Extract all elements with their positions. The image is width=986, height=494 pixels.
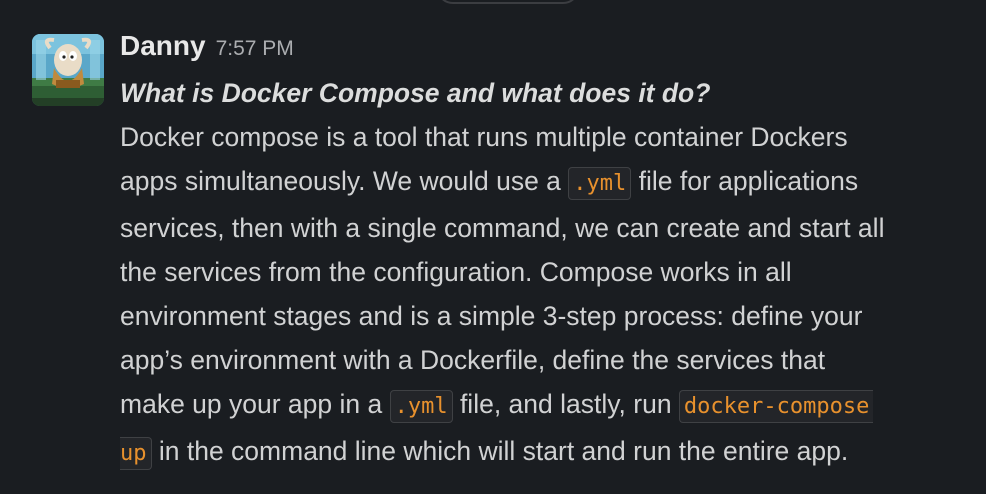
message-line: the services from the configuration. Com… xyxy=(120,257,792,287)
message-text: make up your app in a xyxy=(120,389,390,419)
message-line: app’s environment with a Dockerfile, def… xyxy=(120,345,826,375)
message-text: in the command line which will start and… xyxy=(151,436,849,466)
cartoon-character-avatar-icon xyxy=(32,34,104,106)
message-header: Danny 7:57 PM xyxy=(120,30,294,70)
message-body: What is Docker Compose and what does it … xyxy=(120,71,980,476)
message-text: file for applications xyxy=(631,166,859,196)
inline-code: up xyxy=(120,437,152,470)
message-line: Docker compose is a tool that runs multi… xyxy=(120,122,848,152)
inline-code: .yml xyxy=(568,167,632,200)
message: Danny 7:57 PM What is Docker Compose and … xyxy=(0,0,986,494)
message-line: make up your app in a .yml file, and las… xyxy=(120,382,980,429)
avatar[interactable] xyxy=(32,34,104,106)
message-question: What is Docker Compose and what does it … xyxy=(120,78,711,108)
message-line: environment stages and is a simple 3-ste… xyxy=(120,301,863,331)
message-line: services, then with a single command, we… xyxy=(120,213,885,243)
message-line: up in the command line which will start … xyxy=(120,429,980,476)
sender-name[interactable]: Danny xyxy=(120,30,206,61)
message-text: file, and lastly, run xyxy=(452,389,679,419)
inline-code: .yml xyxy=(389,390,453,423)
message-line: apps simultaneously. We would use a .yml… xyxy=(120,159,980,206)
message-timestamp[interactable]: 7:57 PM xyxy=(216,37,294,60)
inline-code: docker-compose xyxy=(678,390,874,423)
message-text: apps simultaneously. We would use a xyxy=(120,166,569,196)
